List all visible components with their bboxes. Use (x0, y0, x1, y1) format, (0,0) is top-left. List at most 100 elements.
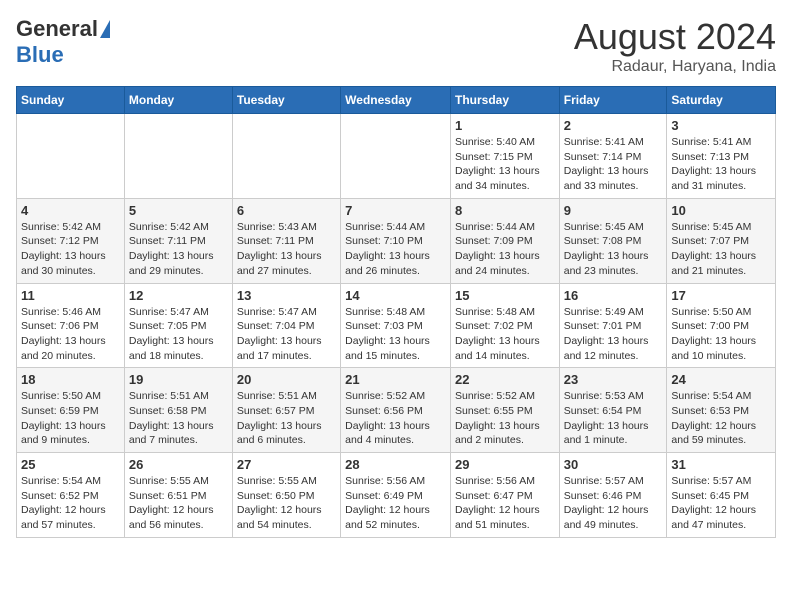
day-info: Sunrise: 5:57 AM Sunset: 6:45 PM Dayligh… (671, 474, 771, 533)
calendar-cell: 21 Sunrise: 5:52 AM Sunset: 6:56 PM Dayli… (341, 368, 451, 453)
day-number: 24 (671, 372, 771, 387)
day-info: Sunrise: 5:41 AM Sunset: 7:14 PM Dayligh… (564, 135, 663, 194)
day-info: Sunrise: 5:44 AM Sunset: 7:09 PM Dayligh… (455, 220, 555, 279)
calendar-cell: 29 Sunrise: 5:56 AM Sunset: 6:47 PM Dayli… (450, 453, 559, 538)
day-number: 14 (345, 288, 446, 303)
day-number: 17 (671, 288, 771, 303)
calendar-week-row: 11Sunrise: 5:46 AM Sunset: 7:06 PM Dayli… (17, 283, 776, 368)
calendar-cell: 10 Sunrise: 5:45 AM Sunset: 7:07 PM Dayli… (667, 198, 776, 283)
calendar-cell: 28 Sunrise: 5:56 AM Sunset: 6:49 PM Dayli… (341, 453, 451, 538)
day-number: 13 (237, 288, 336, 303)
calendar-cell: 5 Sunrise: 5:42 AM Sunset: 7:11 PM Daylig… (124, 198, 232, 283)
day-number: 18 (21, 372, 120, 387)
day-number: 23 (564, 372, 663, 387)
calendar-week-row: 1Sunrise: 5:40 AM Sunset: 7:15 PM Daylig… (17, 114, 776, 199)
calendar-week-row: 18 Sunrise: 5:50 AM Sunset: 6:59 PM Dayli… (17, 368, 776, 453)
day-info: Sunrise: 5:50 AM Sunset: 6:59 PM Dayligh… (21, 389, 120, 448)
day-number: 20 (237, 372, 336, 387)
day-number: 10 (671, 203, 771, 218)
calendar-cell (341, 114, 451, 199)
day-number: 28 (345, 457, 446, 472)
calendar-cell: 4Sunrise: 5:42 AM Sunset: 7:12 PM Daylig… (17, 198, 125, 283)
logo-general-text: General (16, 16, 98, 42)
day-header-wednesday: Wednesday (341, 87, 451, 114)
subtitle: Radaur, Haryana, India (574, 58, 776, 76)
day-info: Sunrise: 5:45 AM Sunset: 7:07 PM Dayligh… (671, 220, 771, 279)
day-info: Sunrise: 5:48 AM Sunset: 7:03 PM Dayligh… (345, 305, 446, 364)
calendar-cell: 24 Sunrise: 5:54 AM Sunset: 6:53 PM Dayli… (667, 368, 776, 453)
day-number: 2 (564, 118, 663, 133)
calendar-cell: 2 Sunrise: 5:41 AM Sunset: 7:14 PM Daylig… (559, 114, 667, 199)
calendar-cell: 11Sunrise: 5:46 AM Sunset: 7:06 PM Dayli… (17, 283, 125, 368)
day-info: Sunrise: 5:42 AM Sunset: 7:11 PM Dayligh… (129, 220, 228, 279)
day-header-saturday: Saturday (667, 87, 776, 114)
day-info: Sunrise: 5:46 AM Sunset: 7:06 PM Dayligh… (21, 305, 120, 364)
day-info: Sunrise: 5:43 AM Sunset: 7:11 PM Dayligh… (237, 220, 336, 279)
page-header: General Blue August 2024 Radaur, Haryana… (16, 16, 776, 76)
day-header-friday: Friday (559, 87, 667, 114)
day-info: Sunrise: 5:56 AM Sunset: 6:47 PM Dayligh… (455, 474, 555, 533)
day-header-monday: Monday (124, 87, 232, 114)
day-info: Sunrise: 5:56 AM Sunset: 6:49 PM Dayligh… (345, 474, 446, 533)
day-number: 5 (129, 203, 228, 218)
day-info: Sunrise: 5:52 AM Sunset: 6:55 PM Dayligh… (455, 389, 555, 448)
calendar-cell: 25 Sunrise: 5:54 AM Sunset: 6:52 PM Dayli… (17, 453, 125, 538)
calendar-table: SundayMondayTuesdayWednesdayThursdayFrid… (16, 86, 776, 538)
day-number: 9 (564, 203, 663, 218)
calendar-cell: 12 Sunrise: 5:47 AM Sunset: 7:05 PM Dayli… (124, 283, 232, 368)
day-number: 6 (237, 203, 336, 218)
day-number: 7 (345, 203, 446, 218)
calendar-cell: 19 Sunrise: 5:51 AM Sunset: 6:58 PM Dayli… (124, 368, 232, 453)
day-number: 15 (455, 288, 555, 303)
logo: General Blue (16, 16, 110, 68)
day-number: 12 (129, 288, 228, 303)
day-number: 26 (129, 457, 228, 472)
calendar-cell: 9Sunrise: 5:45 AM Sunset: 7:08 PM Daylig… (559, 198, 667, 283)
calendar-cell: 27 Sunrise: 5:55 AM Sunset: 6:50 PM Dayli… (232, 453, 340, 538)
title-block: August 2024 Radaur, Haryana, India (574, 16, 776, 76)
day-info: Sunrise: 5:51 AM Sunset: 6:58 PM Dayligh… (129, 389, 228, 448)
day-info: Sunrise: 5:47 AM Sunset: 7:05 PM Dayligh… (129, 305, 228, 364)
calendar-cell: 14 Sunrise: 5:48 AM Sunset: 7:03 PM Dayli… (341, 283, 451, 368)
day-header-thursday: Thursday (450, 87, 559, 114)
day-number: 21 (345, 372, 446, 387)
day-info: Sunrise: 5:48 AM Sunset: 7:02 PM Dayligh… (455, 305, 555, 364)
calendar-cell: 20 Sunrise: 5:51 AM Sunset: 6:57 PM Dayli… (232, 368, 340, 453)
calendar-cell: 1Sunrise: 5:40 AM Sunset: 7:15 PM Daylig… (450, 114, 559, 199)
calendar-week-row: 4Sunrise: 5:42 AM Sunset: 7:12 PM Daylig… (17, 198, 776, 283)
calendar-cell: 3 Sunrise: 5:41 AM Sunset: 7:13 PM Daylig… (667, 114, 776, 199)
calendar-cell: 22 Sunrise: 5:52 AM Sunset: 6:55 PM Dayli… (450, 368, 559, 453)
day-info: Sunrise: 5:55 AM Sunset: 6:51 PM Dayligh… (129, 474, 228, 533)
calendar-cell: 23Sunrise: 5:53 AM Sunset: 6:54 PM Dayli… (559, 368, 667, 453)
logo-blue-text: Blue (16, 42, 64, 68)
day-info: Sunrise: 5:57 AM Sunset: 6:46 PM Dayligh… (564, 474, 663, 533)
calendar-cell: 26 Sunrise: 5:55 AM Sunset: 6:51 PM Dayli… (124, 453, 232, 538)
day-info: Sunrise: 5:44 AM Sunset: 7:10 PM Dayligh… (345, 220, 446, 279)
day-number: 29 (455, 457, 555, 472)
day-number: 3 (671, 118, 771, 133)
day-number: 22 (455, 372, 555, 387)
day-number: 19 (129, 372, 228, 387)
calendar-header-row: SundayMondayTuesdayWednesdayThursdayFrid… (17, 87, 776, 114)
main-title: August 2024 (574, 16, 776, 58)
day-header-tuesday: Tuesday (232, 87, 340, 114)
day-info: Sunrise: 5:40 AM Sunset: 7:15 PM Dayligh… (455, 135, 555, 194)
day-info: Sunrise: 5:54 AM Sunset: 6:52 PM Dayligh… (21, 474, 120, 533)
day-header-sunday: Sunday (17, 87, 125, 114)
calendar-cell: 30Sunrise: 5:57 AM Sunset: 6:46 PM Dayli… (559, 453, 667, 538)
day-info: Sunrise: 5:54 AM Sunset: 6:53 PM Dayligh… (671, 389, 771, 448)
day-info: Sunrise: 5:55 AM Sunset: 6:50 PM Dayligh… (237, 474, 336, 533)
calendar-cell: 31Sunrise: 5:57 AM Sunset: 6:45 PM Dayli… (667, 453, 776, 538)
day-number: 25 (21, 457, 120, 472)
day-number: 27 (237, 457, 336, 472)
day-info: Sunrise: 5:52 AM Sunset: 6:56 PM Dayligh… (345, 389, 446, 448)
day-info: Sunrise: 5:51 AM Sunset: 6:57 PM Dayligh… (237, 389, 336, 448)
calendar-cell: 13Sunrise: 5:47 AM Sunset: 7:04 PM Dayli… (232, 283, 340, 368)
calendar-cell: 8 Sunrise: 5:44 AM Sunset: 7:09 PM Daylig… (450, 198, 559, 283)
calendar-cell: 16Sunrise: 5:49 AM Sunset: 7:01 PM Dayli… (559, 283, 667, 368)
calendar-cell (232, 114, 340, 199)
day-info: Sunrise: 5:42 AM Sunset: 7:12 PM Dayligh… (21, 220, 120, 279)
calendar-cell: 6 Sunrise: 5:43 AM Sunset: 7:11 PM Daylig… (232, 198, 340, 283)
day-number: 8 (455, 203, 555, 218)
day-info: Sunrise: 5:41 AM Sunset: 7:13 PM Dayligh… (671, 135, 771, 194)
